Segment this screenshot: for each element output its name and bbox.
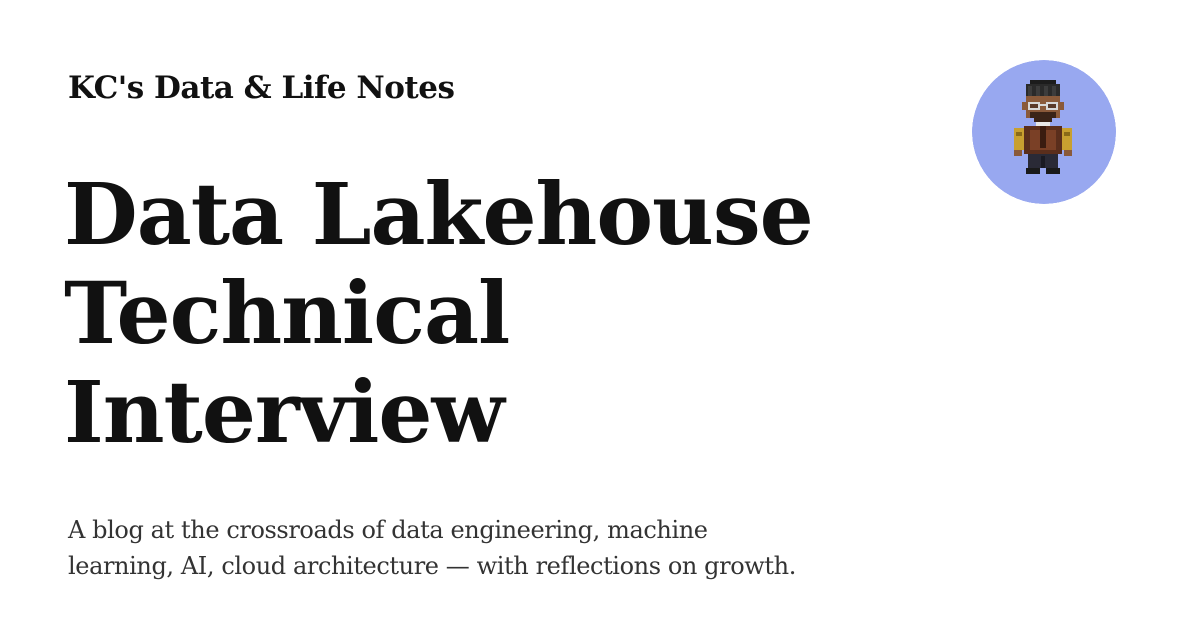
site-name: KC's Data & Life Notes xyxy=(68,70,455,106)
blog-tagline: A blog at the crossroads of data enginee… xyxy=(68,512,948,584)
pixel-art-person-icon xyxy=(972,60,1116,204)
post-title-line-2: Technical xyxy=(64,264,510,364)
post-title-line-3: Interview xyxy=(64,363,505,463)
tagline-line-1: A blog at the crossroads of data enginee… xyxy=(68,516,708,544)
avatar xyxy=(972,60,1116,204)
post-title-line-1: Data Lakehouse xyxy=(64,165,814,265)
tagline-line-2: learning, AI, cloud architecture — with … xyxy=(68,552,796,580)
post-title: Data Lakehouse Technical Interview xyxy=(64,166,924,463)
